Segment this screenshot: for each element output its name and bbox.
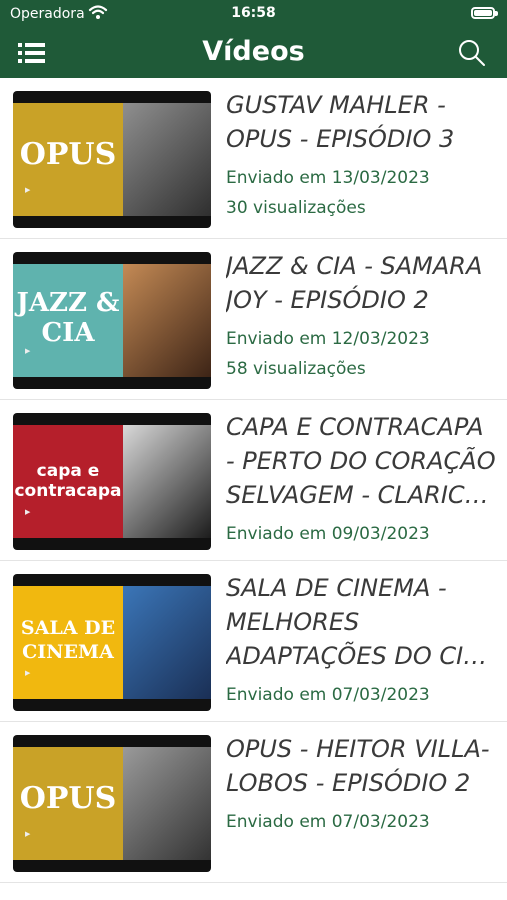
play-icon: ▶: [25, 186, 31, 194]
video-list-item[interactable]: capa e contracapa ▶ CAPA E CONTRACAPA - …: [0, 400, 507, 561]
video-list-item[interactable]: OPUS ▶ OPUS - HEITOR VILLA-LOBOS - EPISÓ…: [0, 722, 507, 883]
play-icon: ▶: [25, 669, 31, 677]
video-thumbnail: OPUS ▶: [13, 735, 211, 872]
video-date: Enviado em 07/03/2023: [226, 685, 430, 705]
video-date: Enviado em 13/03/2023: [226, 168, 430, 188]
thumbnail-brand-text: SALA DE CINEMA: [20, 617, 116, 663]
play-icon: ▶: [25, 347, 31, 355]
video-title: GUSTAV MAHLER - OPUS - EPISÓDIO 3: [226, 91, 455, 153]
play-icon: ▶: [25, 508, 31, 516]
video-list-item[interactable]: OPUS ▶ GUSTAV MAHLER - OPUS - EPISÓDIO 3…: [0, 78, 507, 239]
video-title: SALA DE CINEMA - MELHORES ADAPTAÇÕES DO …: [226, 574, 488, 670]
video-thumbnail: capa e contracapa ▶: [13, 413, 211, 550]
thumbnail-brand-text: capa e contracapa: [14, 461, 122, 501]
video-thumbnail: JAZZ & CIA ▶: [13, 252, 211, 389]
battery-icon: [471, 7, 498, 19]
video-title: CAPA E CONTRACAPA - PERTO DO CORAÇÃO SEL…: [226, 413, 496, 509]
video-views: 58 visualizações: [226, 359, 366, 379]
play-icon: ▶: [25, 830, 31, 838]
search-button[interactable]: [457, 38, 487, 68]
page-title: Vídeos: [202, 36, 305, 67]
thumbnail-brand-text: OPUS: [19, 137, 117, 172]
video-date: Enviado em 07/03/2023: [226, 812, 430, 832]
video-date: Enviado em 09/03/2023: [226, 524, 430, 544]
navigation-bar: Vídeos: [0, 28, 507, 78]
clock: 16:58: [231, 5, 276, 21]
video-thumbnail: OPUS ▶: [13, 91, 211, 228]
video-title: OPUS - HEITOR VILLA-LOBOS - EPISÓDIO 2: [226, 735, 490, 797]
video-thumbnail: SALA DE CINEMA ▶: [13, 574, 211, 711]
video-title: JAZZ & CIA - SAMARA JOY - EPISÓDIO 2: [226, 252, 483, 314]
status-bar: Operadora 16:58: [0, 0, 507, 28]
thumbnail-brand-text: OPUS: [19, 781, 117, 816]
video-list-item[interactable]: SALA DE CINEMA ▶ SALA DE CINEMA - MELHOR…: [0, 561, 507, 722]
video-date: Enviado em 12/03/2023: [226, 329, 430, 349]
video-list: OPUS ▶ GUSTAV MAHLER - OPUS - EPISÓDIO 3…: [0, 78, 507, 883]
search-icon: [459, 40, 485, 66]
thumbnail-brand-text: JAZZ & CIA: [16, 288, 120, 348]
video-list-item[interactable]: JAZZ & CIA ▶ JAZZ & CIA - SAMARA JOY - E…: [0, 239, 507, 400]
video-views: 30 visualizações: [226, 198, 366, 218]
